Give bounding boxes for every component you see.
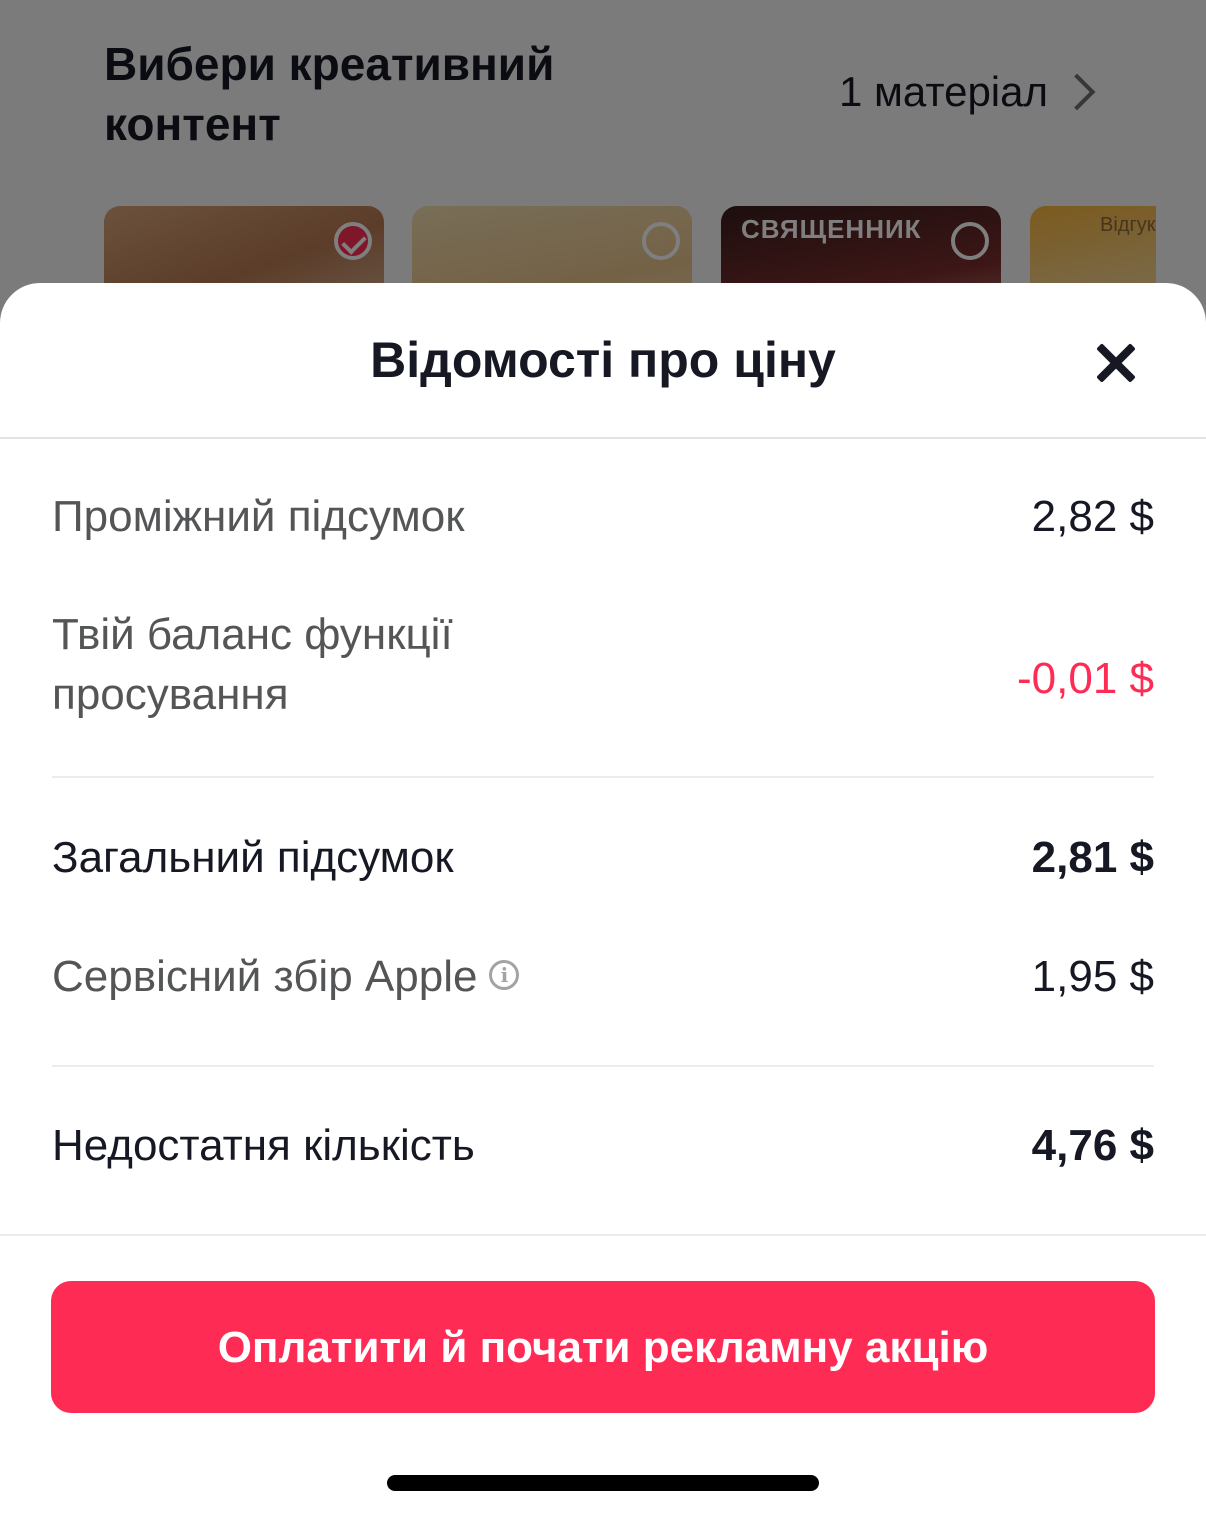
- balance-row: Твій баланс функції просування -0,01 $: [52, 605, 1154, 725]
- total-label: Загальний підсумок: [52, 833, 454, 882]
- balance-label: Твій баланс функції просування: [52, 610, 453, 719]
- subtotal-label: Проміжний підсумок: [52, 492, 465, 541]
- close-button[interactable]: [1088, 335, 1144, 391]
- screen: Вибери креативний контент 1 матеріал СВЯ…: [0, 0, 1206, 1515]
- apple-fee-row: Сервісний збір Apple i 1,95 $: [52, 947, 1154, 1007]
- info-icon[interactable]: i: [489, 960, 520, 991]
- subtotal-value: 2,82 $: [1031, 492, 1154, 541]
- price-details-sheet: Відомості про ціну Проміжний підсумок 2,…: [0, 283, 1206, 1515]
- footer-divider: [0, 1234, 1206, 1236]
- total-row: Загальний підсумок 2,81 $: [52, 828, 1154, 888]
- balance-value: -0,01 $: [1017, 654, 1154, 703]
- apple-fee-label-wrap: Сервісний збір Apple i: [52, 947, 520, 1007]
- total-value: 2,81 $: [1031, 833, 1154, 882]
- sheet-title: Відомості про ціну: [370, 332, 836, 388]
- apple-fee-label: Сервісний збір Apple: [52, 952, 478, 1001]
- apple-fee-value: 1,95 $: [1031, 952, 1154, 1001]
- subtotal-row: Проміжний підсумок 2,82 $: [52, 487, 1154, 547]
- insufficient-label: Недостатня кількість: [52, 1121, 475, 1170]
- divider: [52, 776, 1154, 778]
- header-divider: [0, 437, 1206, 439]
- pay-and-start-button[interactable]: Оплатити й почати рекламну акцію: [51, 1281, 1155, 1413]
- insufficient-row: Недостатня кількість 4,76 $: [52, 1116, 1154, 1176]
- insufficient-value: 4,76 $: [1031, 1121, 1154, 1170]
- divider: [52, 1065, 1154, 1067]
- home-indicator: [387, 1475, 819, 1491]
